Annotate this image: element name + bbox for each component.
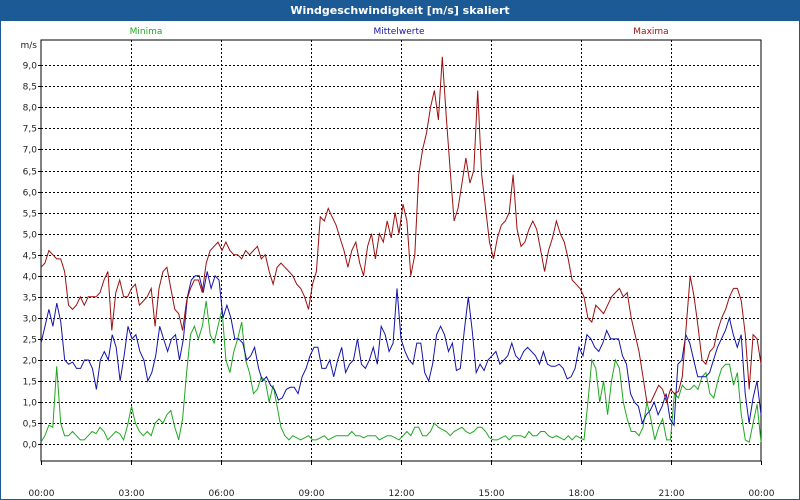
y-tick-label: 2,0: [23, 357, 38, 367]
x-tick-time-label: 21:00: [659, 489, 685, 499]
y-tick-label: 1,0: [23, 399, 38, 409]
x-tick-time-label: 15:00: [479, 489, 505, 499]
x-tick-time-label: 09:00: [299, 489, 325, 499]
y-tick-label: 0,5: [23, 420, 37, 430]
y-tick-label: 4,5: [23, 252, 37, 262]
y-axis-unit-label: m/s: [21, 41, 38, 51]
y-tick-label: 2,5: [23, 336, 37, 346]
legend-entry-minima: Minima: [130, 27, 163, 37]
y-tick-label: 6,0: [23, 189, 38, 199]
y-tick-label: 7,5: [23, 125, 37, 135]
x-tick-time-label: 06:00: [209, 489, 235, 499]
y-tick-label: 5,0: [23, 231, 38, 241]
legend: Minima Mittelwerte Maxima: [130, 27, 669, 37]
legend-entry-mittelwerte: Mittelwerte: [373, 27, 424, 37]
y-tick-label: 5,5: [23, 210, 37, 220]
y-tick-label: 3,5: [23, 294, 37, 304]
y-tick-label: 8,5: [23, 83, 37, 93]
x-tick-time-label: 03:00: [119, 489, 145, 499]
x-tick-time-label: 12:00: [389, 489, 415, 499]
x-tick-time-label: 18:00: [569, 489, 595, 499]
y-tick-label: 8,0: [23, 104, 38, 114]
legend-entry-maxima: Maxima: [633, 27, 668, 37]
y-tick-label: 0,0: [23, 441, 38, 451]
x-tick-time-label: 00:00: [749, 489, 775, 499]
y-tick-label: 1,5: [23, 378, 37, 388]
wind-speed-chart: Minima Mittelwerte Maxima 0,0 0,5 1,0 1,5 2,0 2…: [21, 27, 775, 499]
chart-window: Windgeschwindigkeit [m/s] skaliert Minim…: [0, 0, 800, 500]
y-tick-label: 4,0: [23, 273, 38, 283]
y-tick-label: 3,0: [23, 315, 38, 325]
y-tick-label: 7,0: [23, 146, 38, 156]
y-tick-label: 6,5: [23, 168, 37, 178]
window-title: Windgeschwindigkeit [m/s] skaliert: [1, 1, 799, 21]
x-tick-time-label: 00:00: [29, 489, 55, 499]
y-tick-label: 9,0: [23, 62, 38, 72]
